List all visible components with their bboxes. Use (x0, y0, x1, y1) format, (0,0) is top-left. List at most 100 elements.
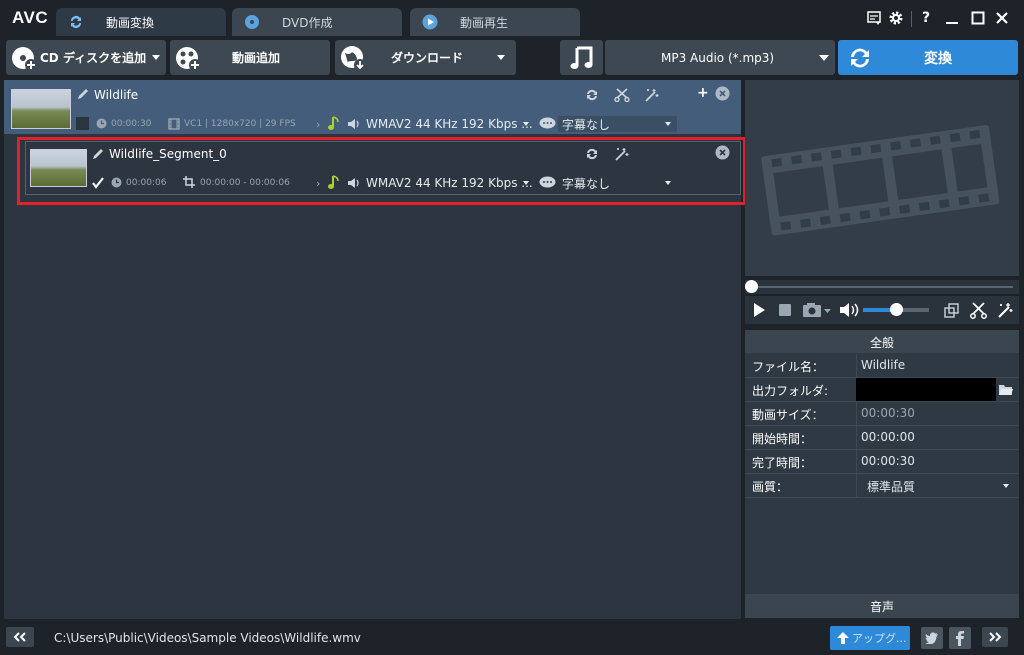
film-strip-icon (761, 125, 1000, 236)
app-logo: AVC (12, 8, 49, 27)
audio-track-value: WMAV2 44 KHz 192 Kbps ... (366, 176, 533, 190)
minimize-button[interactable] (942, 9, 962, 27)
video-thumbnail (30, 149, 87, 187)
folder-open-icon[interactable] (998, 383, 1014, 396)
audio-track-select[interactable]: WMAV2 44 KHz 192 Kbps ... (366, 175, 533, 191)
property-row: 出力フォルダ: (745, 378, 1019, 402)
audio-track-select[interactable]: WMAV2 44 KHz 192 Kbps ... (366, 116, 533, 132)
volume-icon[interactable] (839, 302, 861, 318)
seek-bar[interactable] (745, 280, 1019, 294)
music-note-icon (327, 116, 341, 131)
output-folder-field[interactable] (856, 378, 996, 401)
subtitle-value: 字幕なし (562, 117, 611, 132)
expand-button[interactable] (982, 627, 1008, 647)
quality-select[interactable]: 標準品質 (867, 478, 915, 495)
help-button[interactable]: ? (916, 9, 936, 27)
convert-label: 変換 (924, 50, 952, 67)
magic-wand-icon[interactable] (613, 147, 629, 161)
convert-button[interactable]: 変換 (838, 40, 1018, 75)
globe-download-icon (339, 44, 367, 72)
property-value[interactable]: 00:00:30 (861, 454, 915, 468)
speaker-icon (347, 177, 361, 189)
add-video-label: 動画追加 (232, 51, 281, 65)
camera-icon[interactable] (803, 303, 831, 317)
double-chevron-left-icon (13, 632, 26, 642)
item-checkbox[interactable] (91, 176, 105, 190)
play-icon (422, 14, 438, 30)
property-label: ファイル名： (752, 360, 825, 374)
output-profile-select[interactable]: MP3 Audio (*.mp3) (605, 40, 835, 75)
property-value[interactable]: Wildlife (861, 358, 905, 372)
detach-window-icon[interactable] (944, 303, 959, 318)
tab-video-play[interactable]: 動画再生 (410, 8, 580, 36)
close-button[interactable] (992, 9, 1012, 27)
clock-icon (111, 177, 122, 188)
edit-pencil-icon[interactable] (76, 87, 90, 101)
tab-video-convert[interactable]: 動画変換 (56, 8, 226, 36)
refresh-icon[interactable] (585, 88, 599, 102)
item-duration: 00:00:30 (111, 119, 152, 129)
scissors-icon[interactable] (970, 302, 987, 319)
settings-gear-icon[interactable] (886, 9, 906, 27)
file-path: C:\Users\Public\Videos\Sample Videos\Wil… (54, 631, 361, 645)
seek-handle[interactable] (745, 280, 758, 293)
video-preview (745, 80, 1019, 276)
collapse-button[interactable] (6, 627, 34, 647)
item-title: Wildlife (94, 88, 139, 102)
section-audio-header[interactable]: 音声 (745, 594, 1019, 618)
convert-icon (68, 14, 84, 30)
subtitle-select[interactable]: 字幕なし (558, 116, 677, 132)
item-range: 00:00:00 - 00:00:06 (200, 178, 290, 188)
item-checkbox[interactable] (76, 117, 89, 130)
add-cd-label: CD ディスクを追加 (40, 51, 147, 65)
download-button[interactable]: ダウンロード (335, 40, 516, 75)
property-row: 動画サイズ： 00:00:30 (745, 402, 1019, 426)
property-value[interactable]: 00:00:00 (861, 430, 915, 444)
clock-icon (96, 118, 107, 129)
chevron-down-icon (523, 122, 529, 126)
section-general-header: 全般 (745, 330, 1019, 353)
chevron-down-icon (497, 55, 506, 60)
film-add-icon (174, 44, 202, 72)
refresh-icon[interactable] (585, 147, 599, 161)
disc-add-icon (10, 44, 38, 72)
maximize-button[interactable] (968, 9, 988, 27)
edit-pencil-icon[interactable] (91, 147, 105, 161)
subtitle-select[interactable]: 字幕なし (558, 175, 677, 191)
property-label: 画質： (752, 480, 789, 494)
twitter-icon[interactable] (921, 627, 943, 649)
upgrade-button[interactable]: アップグ... (830, 626, 910, 650)
volume-slider[interactable] (863, 303, 929, 316)
chevron-down-icon (665, 122, 671, 126)
tab-label: DVD作成 (282, 15, 333, 30)
magic-wand-icon[interactable] (996, 302, 1013, 319)
play-icon[interactable] (753, 303, 765, 317)
property-row: 完了時間： 00:00:30 (745, 450, 1019, 474)
magic-wand-icon[interactable] (643, 88, 659, 102)
register-icon[interactable] (864, 9, 884, 27)
chevron-down-icon (819, 55, 829, 61)
crop-icon (183, 176, 195, 188)
speech-bubble-icon (539, 176, 556, 189)
speaker-icon (347, 118, 361, 130)
upgrade-label: アップグ... (852, 632, 907, 645)
speech-bubble-icon (539, 117, 556, 130)
facebook-icon[interactable] (949, 627, 971, 649)
add-video-button[interactable]: 動画追加 (170, 40, 330, 75)
property-row: 画質： 標準品質 (745, 474, 1019, 498)
scissors-icon[interactable] (614, 88, 630, 102)
plus-icon[interactable]: + (697, 85, 709, 101)
tab-dvd-create[interactable]: DVD作成 (232, 8, 402, 36)
double-chevron-right-icon (989, 632, 1002, 642)
stop-icon[interactable] (779, 304, 791, 316)
property-label: 開始時間： (752, 432, 813, 446)
property-row: ファイル名： Wildlife (745, 354, 1019, 378)
arrow-up-icon (836, 631, 850, 645)
tab-label: 動画再生 (460, 15, 509, 30)
close-circle-icon[interactable] (715, 145, 730, 160)
video-thumbnail (11, 89, 71, 129)
close-circle-icon[interactable] (715, 86, 730, 101)
volume-handle[interactable] (890, 303, 903, 316)
add-cd-button[interactable]: CD ディスクを追加 (6, 40, 166, 75)
profile-value: MP3 Audio (*.mp3) (661, 50, 775, 65)
